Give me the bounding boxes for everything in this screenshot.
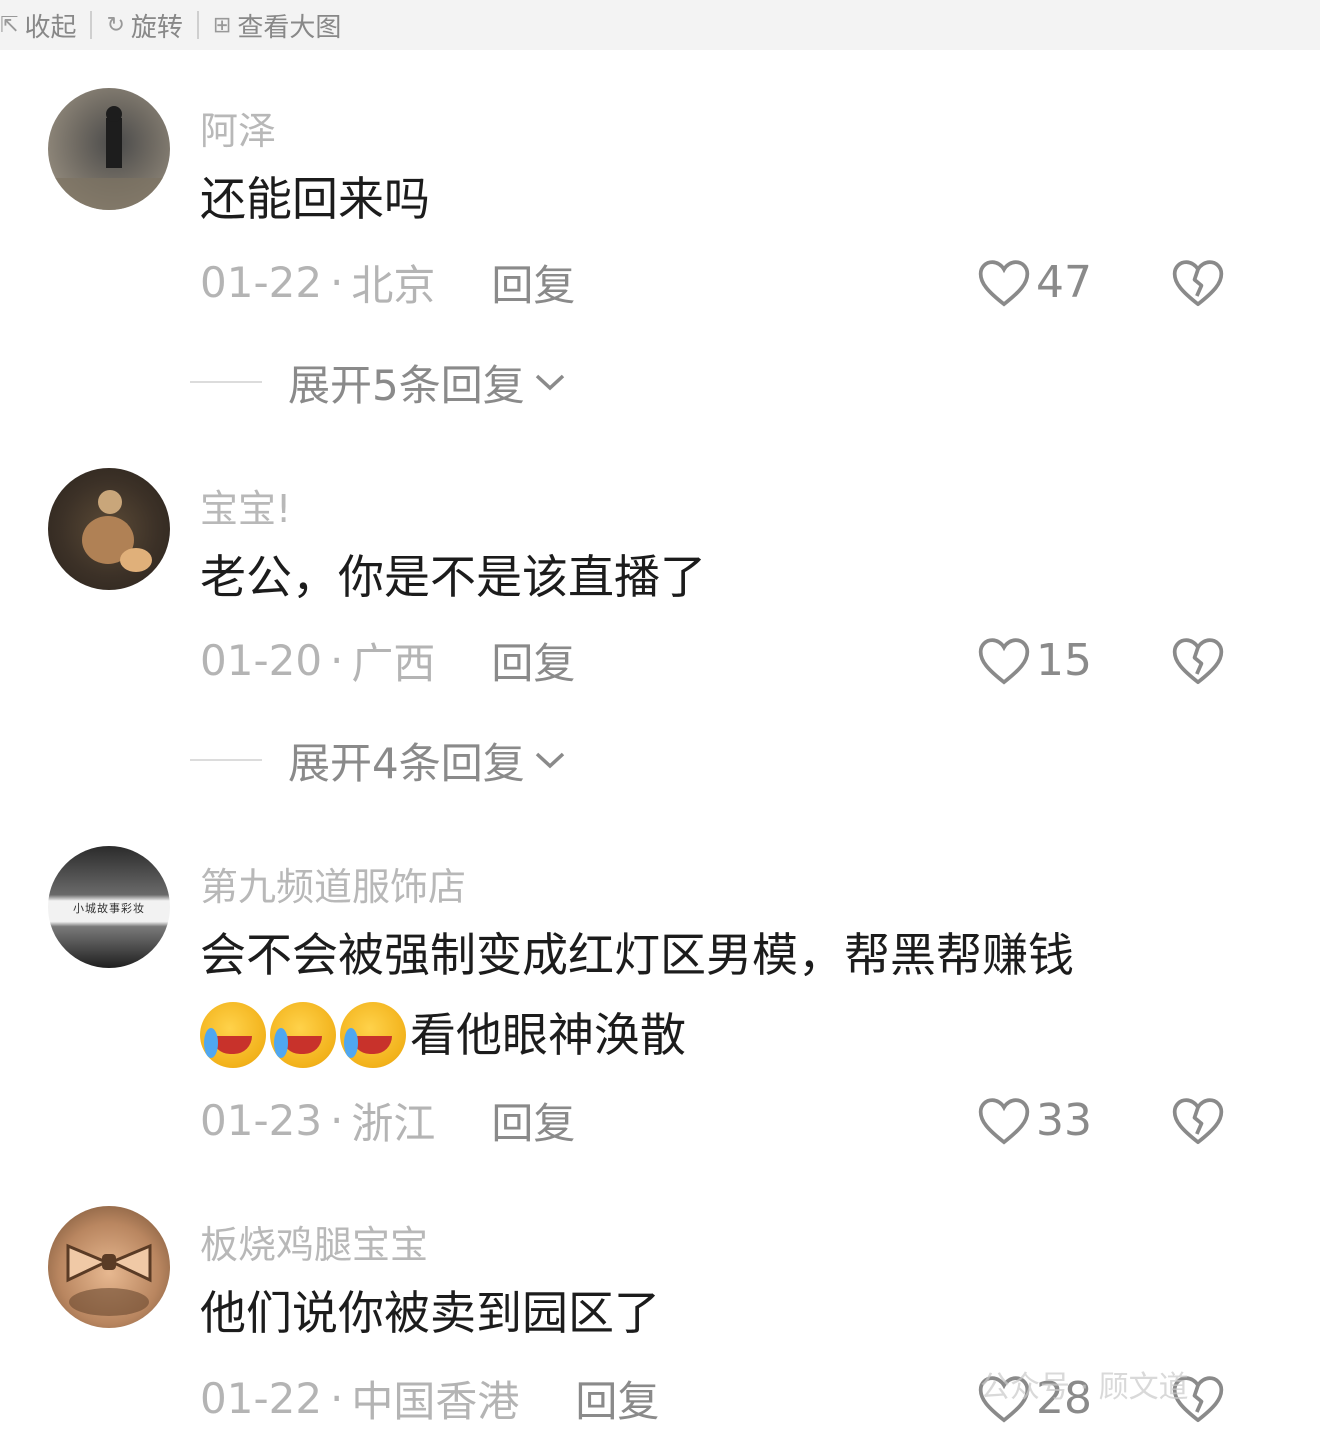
expand-replies-label: 展开5条回复 (288, 360, 525, 410)
broken-heart-icon (1172, 638, 1224, 685)
comment-date: 01-20 (200, 635, 323, 685)
reply-button[interactable]: 回复 (491, 252, 575, 313)
dislike-button[interactable] (1170, 1090, 1226, 1150)
username[interactable]: 宝宝! (200, 478, 291, 533)
comment-location: 广西 (351, 638, 436, 688)
meta-separator: · (330, 257, 344, 307)
comment-location: 浙江 (351, 1098, 436, 1148)
username[interactable]: 板烧鸡腿宝宝 (200, 1214, 428, 1269)
chevron-down-icon (535, 374, 564, 391)
comment-meta: 01-20 · 广西 回复 (200, 630, 575, 690)
like-button[interactable]: 33 (976, 1090, 1092, 1150)
view-large-label: 查看大图 (237, 12, 342, 43)
comment-meta: 01-23 · 浙江 回复 (200, 1090, 575, 1150)
avatar-text: 小城故事彩妆 (73, 902, 145, 915)
zoom-icon: ⊞ (212, 12, 232, 38)
username[interactable]: 第九频道服饰店 (200, 856, 466, 911)
divider-line (190, 381, 262, 383)
comment-text: 会不会被强制变成红灯区男模，帮黑帮赚钱 (200, 928, 1074, 982)
chevron-down-icon (535, 752, 564, 769)
dislike-button[interactable] (1170, 630, 1226, 690)
reply-button[interactable]: 回复 (491, 630, 575, 691)
laugh-cry-emoji-icon (340, 1001, 406, 1068)
like-button[interactable]: 15 (976, 630, 1092, 690)
divider-line (190, 759, 262, 761)
like-button[interactable]: 47 (976, 252, 1092, 312)
rotate-button[interactable]: ↻ 旋转 (92, 7, 196, 44)
comment-text-continuation: 看他眼神涣散 (410, 1008, 686, 1062)
heart-icon (978, 260, 1030, 307)
comment-meta: 01-22 · 北京 回复 (200, 252, 575, 312)
collapse-icon: ⇱ (0, 12, 19, 38)
watermark: 公众号 · 顾文道 (980, 1370, 1189, 1405)
username[interactable]: 阿泽 (200, 100, 276, 155)
broken-heart-icon (1172, 1098, 1224, 1145)
comment-meta: 01-22 · 中国香港 回复 (200, 1368, 659, 1428)
heart-icon (978, 638, 1030, 685)
like-count: 47 (1036, 256, 1092, 308)
meta-separator: · (330, 635, 344, 685)
broken-heart-icon (1172, 260, 1224, 307)
collapse-button[interactable]: ⇱ 收起 (0, 7, 90, 44)
collapse-label: 收起 (24, 12, 77, 43)
like-count: 15 (1036, 634, 1092, 686)
expand-replies-label: 展开4条回复 (288, 738, 525, 788)
laugh-cry-emoji-icon (200, 1001, 266, 1068)
comment-text-line-2: 看他眼神涣散 (200, 996, 686, 1074)
heart-icon (978, 1098, 1030, 1145)
view-large-button[interactable]: ⊞ 查看大图 (199, 7, 355, 44)
dislike-button[interactable] (1170, 252, 1226, 312)
comment-location: 中国香港 (351, 1376, 520, 1426)
reply-button[interactable]: 回复 (575, 1368, 659, 1429)
rotate-icon: ↻ (106, 12, 125, 38)
rotate-label: 旋转 (130, 12, 183, 43)
laugh-cry-emoji-icon (270, 1001, 336, 1068)
comment-text: 他们说你被卖到园区了 (200, 1286, 660, 1340)
comment-date: 01-23 (200, 1095, 323, 1145)
comment-date: 01-22 (200, 257, 323, 307)
comment-text: 老公，你是不是该直播了 (200, 550, 706, 604)
avatar[interactable] (48, 88, 170, 210)
avatar[interactable]: 小城故事彩妆 (48, 846, 170, 968)
avatar-image (66, 1243, 152, 1316)
comment-text: 还能回来吗 (200, 172, 430, 226)
meta-separator: · (330, 1373, 344, 1423)
meta-separator: · (330, 1095, 344, 1145)
avatar-image (48, 106, 170, 210)
like-count: 33 (1036, 1094, 1092, 1146)
expand-replies-button[interactable]: 展开4条回复 (190, 730, 567, 790)
avatar-image (82, 490, 152, 572)
image-viewer-toolbar: ⇱ 收起 ↻ 旋转 ⊞ 查看大图 (0, 0, 1320, 50)
reply-button[interactable]: 回复 (491, 1090, 575, 1151)
expand-replies-button[interactable]: 展开5条回复 (190, 352, 567, 412)
comment-location: 北京 (351, 260, 436, 310)
avatar[interactable] (48, 1206, 170, 1328)
comment-date: 01-22 (200, 1373, 323, 1423)
avatar[interactable] (48, 468, 170, 590)
